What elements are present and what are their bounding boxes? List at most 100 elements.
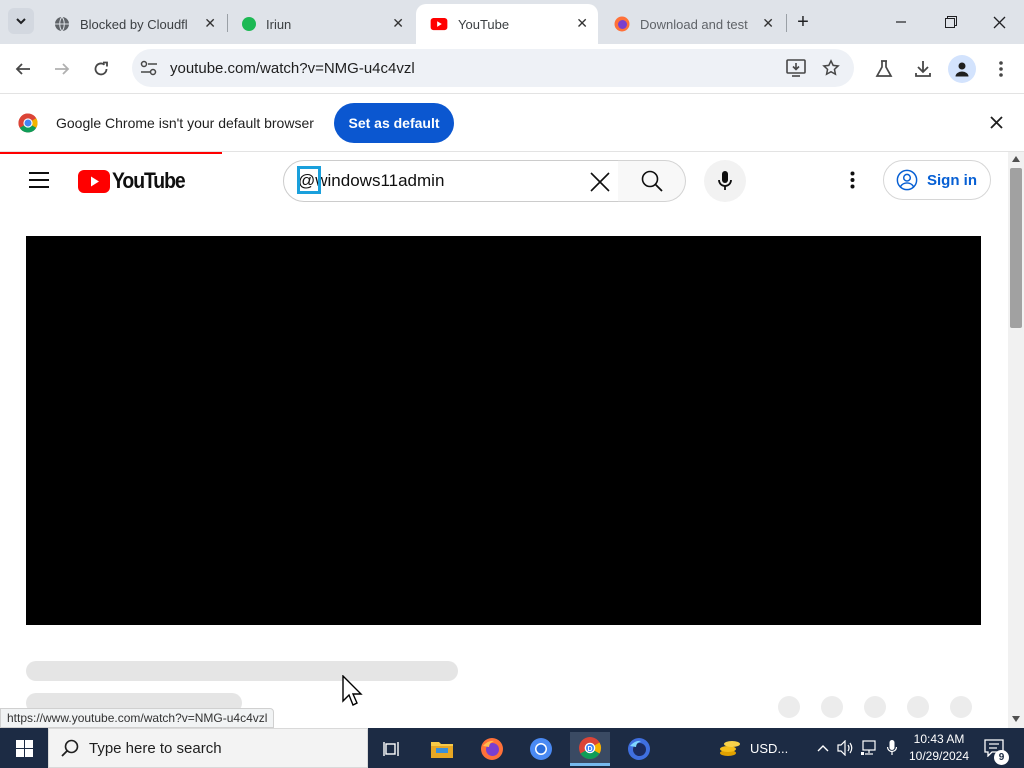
kebab-menu-icon	[999, 61, 1003, 77]
restore-icon	[945, 16, 957, 28]
system-clock[interactable]: 10:43 AM 10/29/2024	[900, 731, 978, 765]
tab-title: YouTube	[458, 16, 510, 32]
notification-center-button[interactable]: 9	[982, 728, 1009, 768]
file-explorer-button[interactable]	[422, 732, 462, 766]
video-player[interactable]	[26, 236, 981, 625]
tab-title: Blocked by Cloudfl	[80, 16, 188, 32]
bookmark-star-icon[interactable]	[822, 59, 840, 77]
scroll-up-arrow-icon[interactable]	[1012, 156, 1020, 162]
browser-app-taskbar-button[interactable]	[619, 732, 659, 766]
action-placeholder	[778, 696, 800, 718]
start-button[interactable]	[0, 728, 48, 768]
text-cursor-highlight	[297, 166, 321, 194]
settings-kebab-icon[interactable]	[850, 171, 855, 189]
tab-search-button[interactable]	[8, 8, 34, 34]
microphone-icon	[718, 171, 732, 190]
hamburger-menu-icon[interactable]	[29, 171, 49, 189]
green-dot-icon	[242, 17, 256, 31]
microphone-tray-button[interactable]	[884, 728, 900, 768]
scrollbar-thumb[interactable]	[1010, 168, 1022, 328]
tab-divider	[786, 14, 787, 32]
action-placeholder	[907, 696, 929, 718]
minimize-button[interactable]	[886, 8, 916, 36]
labs-button[interactable]	[871, 56, 897, 82]
voice-search-button[interactable]	[704, 160, 746, 202]
link-status-bubble: https://www.youtube.com/watch?v=NMG-u4c4…	[0, 708, 275, 728]
flask-icon	[875, 60, 893, 77]
browser-toolbar: youtube.com/watch?v=NMG-u4c4vzl	[0, 44, 1024, 94]
close-tab-icon[interactable]: ✕	[204, 15, 216, 32]
chrome-menu-button[interactable]	[988, 56, 1014, 82]
clock-time: 10:43 AM	[913, 732, 965, 746]
firefox-dev-icon	[628, 738, 650, 760]
currency-label: USD...	[750, 740, 789, 756]
search-button[interactable]	[618, 160, 686, 202]
youtube-page: YouTube @windows11admin Sign in	[0, 152, 1024, 728]
site-settings-icon[interactable]	[140, 60, 158, 76]
arrow-right-icon	[55, 63, 70, 75]
chromium-taskbar-button[interactable]	[521, 732, 561, 766]
forward-button[interactable]	[49, 56, 75, 82]
set-as-default-button[interactable]: Set as default	[334, 103, 454, 143]
chevron-up-icon	[817, 745, 829, 752]
action-placeholder	[864, 696, 886, 718]
tab-download-and-test[interactable]: Download and test ✕	[600, 4, 784, 44]
close-icon	[993, 16, 1005, 28]
tab-blocked-by-cloudflare[interactable]: Blocked by Cloudfl ✕	[40, 4, 226, 44]
clear-search-icon[interactable]	[590, 172, 610, 192]
tab-youtube[interactable]: YouTube ✕	[416, 4, 598, 44]
page-scrollbar[interactable]	[1008, 152, 1024, 728]
action-placeholder	[950, 696, 972, 718]
reload-button[interactable]	[88, 56, 114, 82]
downloads-button[interactable]	[910, 56, 936, 82]
close-tab-icon[interactable]: ✕	[392, 15, 404, 32]
windows-logo-icon	[15, 739, 33, 757]
chevron-down-icon	[16, 18, 26, 25]
back-button[interactable]	[10, 56, 36, 82]
install-app-icon[interactable]	[786, 59, 806, 77]
clock-date: 10/29/2024	[908, 749, 970, 763]
taskbar-search-box[interactable]: Type here to search	[48, 728, 368, 768]
close-tab-icon[interactable]: ✕	[762, 15, 774, 32]
folder-icon	[431, 742, 453, 758]
url-text: youtube.com/watch?v=NMG-u4c4vzl	[170, 60, 415, 77]
address-bar[interactable]: youtube.com/watch?v=NMG-u4c4vzl	[132, 49, 854, 87]
currency-widget[interactable]: USD...	[718, 728, 798, 768]
firefox-icon	[614, 16, 630, 32]
search-icon	[61, 739, 79, 757]
restore-button[interactable]	[936, 8, 966, 36]
coin-stack-icon	[720, 741, 740, 756]
download-icon	[915, 61, 931, 77]
infobar-message: Google Chrome isn't your default browser	[56, 115, 314, 131]
tab-strip: Blocked by Cloudfl ✕ Iriun ✕ YouTube ✕ D…	[0, 0, 1024, 44]
youtube-play-icon	[78, 169, 110, 193]
youtube-icon	[430, 17, 448, 30]
search-icon	[641, 170, 663, 192]
mouse-cursor-icon	[342, 675, 363, 706]
chrome-dev-taskbar-button[interactable]: D	[570, 732, 610, 766]
show-hidden-icons-button[interactable]	[814, 728, 832, 768]
new-tab-button[interactable]: +	[788, 8, 818, 36]
firefox-taskbar-button[interactable]	[472, 732, 512, 766]
close-window-button[interactable]	[984, 8, 1014, 36]
volume-button[interactable]	[836, 728, 856, 768]
task-view-icon	[383, 742, 399, 756]
search-input[interactable]: @windows11admin	[283, 160, 619, 202]
globe-icon	[55, 16, 69, 32]
svg-text:D: D	[587, 746, 592, 753]
sign-in-button[interactable]: Sign in	[883, 160, 991, 200]
network-icon	[861, 740, 876, 755]
chrome-logo-icon	[18, 113, 38, 133]
close-infobar-icon[interactable]	[990, 116, 1003, 129]
microphone-icon	[887, 740, 897, 755]
network-button[interactable]	[860, 728, 880, 768]
youtube-logo[interactable]: YouTube	[78, 168, 194, 194]
profile-button[interactable]	[948, 55, 976, 83]
chromium-icon	[530, 738, 552, 760]
action-placeholder	[821, 696, 843, 718]
tab-iriun[interactable]: Iriun ✕	[228, 4, 414, 44]
close-tab-icon[interactable]: ✕	[576, 15, 588, 32]
scroll-down-arrow-icon[interactable]	[1012, 716, 1020, 722]
task-view-button[interactable]	[372, 732, 412, 766]
youtube-logo-text: YouTube	[112, 168, 186, 193]
